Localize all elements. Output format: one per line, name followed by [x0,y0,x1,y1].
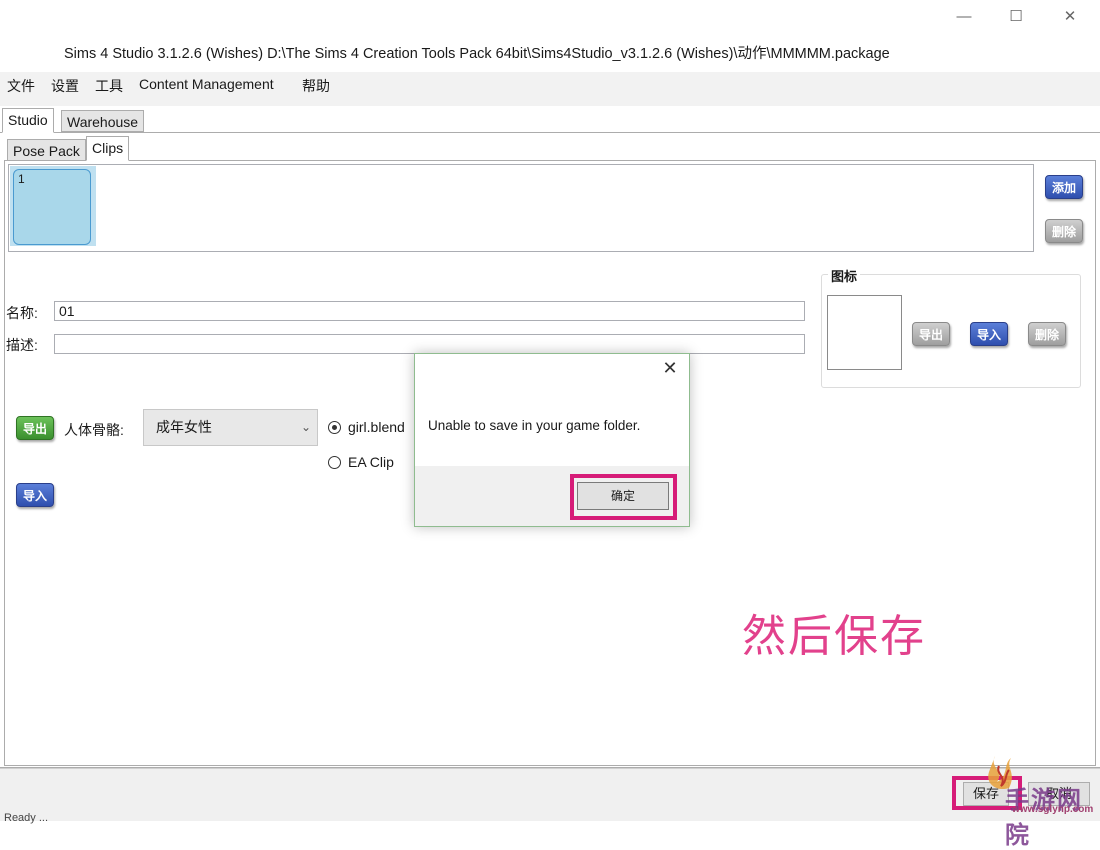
icon-group-title: 图标 [828,266,861,285]
annotation-text: 然后保存 [742,611,926,662]
add-clip-button[interactable]: 添加 [1045,175,1083,199]
rig-select-value: 成年女性 [156,419,212,435]
menu-file[interactable]: 文件 [7,74,35,98]
icon-export-button[interactable]: 导出 [912,322,950,346]
radio-girl-blend[interactable] [328,421,341,434]
description-label: 描述: [6,337,38,353]
clip-item[interactable]: 1 [13,169,91,245]
radio-girl-blend-label: girl.blend [348,419,405,435]
icon-delete-button[interactable]: 删除 [1028,322,1066,346]
minimize-button[interactable]: — [947,6,981,28]
tab-warehouse[interactable]: Warehouse [61,110,145,132]
description-field[interactable] [54,334,805,354]
tab-clips[interactable]: Clips [86,136,130,161]
maximize-button[interactable]: ☐ [999,6,1033,28]
rig-import-button[interactable]: 导入 [16,483,54,507]
close-window-button[interactable]: ✕ [1053,6,1087,28]
bottom-bar [0,768,1100,821]
tab-pose-pack[interactable]: Pose Pack [7,139,86,161]
icon-import-button[interactable]: 导入 [970,322,1008,346]
dialog-ok-button[interactable]: 确定 [577,482,669,510]
watermark-text: 手游网院 [1005,785,1083,849]
delete-clip-button[interactable]: 删除 [1045,219,1083,243]
watermark-url: www.sglynp.com [1012,804,1094,815]
dialog-message: Unable to save in your game folder. [428,418,641,433]
name-label: 名称: [6,305,38,321]
window-title: Sims 4 Studio 3.1.2.6 (Wishes) D:\The Si… [64,46,890,62]
status-text: Ready ... [4,812,49,824]
tab-studio[interactable]: Studio [2,108,54,133]
radio-ea-clip-label: EA Clip [348,454,394,470]
rig-select[interactable]: 成年女性 ⌄ [143,409,318,446]
chevron-down-icon: ⌄ [300,420,311,434]
dialog-close-icon[interactable]: ✕ [660,358,680,378]
name-field[interactable]: 01 [54,301,805,321]
icon-preview [827,295,902,370]
rig-export-button[interactable]: 导出 [16,416,54,440]
menu-settings[interactable]: 设置 [51,74,79,98]
radio-ea-clip[interactable] [328,456,341,469]
rig-label: 人体骨骼: [64,422,124,438]
clip-list[interactable] [8,164,1034,252]
menu-help[interactable]: 帮助 [302,74,330,98]
menu-content-management[interactable]: Content Management [139,74,274,94]
menu-tools[interactable]: 工具 [95,74,123,98]
